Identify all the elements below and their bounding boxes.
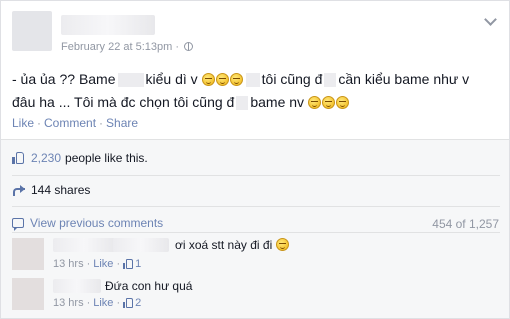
comment-like-link[interactable]: Like	[93, 297, 113, 309]
view-previous-comments-link[interactable]: View previous comments	[30, 216, 163, 230]
post-line-1: - ủa ủa ?? Bame kiểu dì v tôi cũng đ cần…	[12, 68, 498, 91]
likes-count-link[interactable]: 2,230	[31, 151, 61, 165]
post-body: - ủa ủa ?? Bame kiểu dì v tôi cũng đ cần…	[12, 68, 498, 114]
chevron-down-icon[interactable]	[484, 13, 497, 26]
separator: ·	[86, 258, 91, 270]
like-link[interactable]: Like	[12, 116, 34, 130]
emoji-icon	[201, 73, 215, 86]
emoji-icon	[336, 96, 350, 109]
comment-text: ơi xoá stt này đi đi	[175, 238, 290, 252]
emoji-icon	[308, 96, 322, 109]
likes-suffix: people like this.	[65, 151, 148, 165]
comment-time[interactable]: 13 hrs	[53, 297, 84, 309]
comment-meta: 13 hrs · Like · 2	[53, 297, 141, 309]
like-thumb-icon	[123, 298, 134, 308]
shares-row: 144 shares	[12, 183, 90, 197]
separator: ·	[37, 116, 42, 130]
meta-separator: ·	[175, 41, 180, 53]
likes-row: 2,230 people like this.	[12, 151, 148, 165]
emoji-icon	[275, 238, 289, 251]
post-text-segment: - ủa ủa ?? Bame	[12, 71, 116, 87]
post-text-segment: đâu ha ... Tôi mà đc chọn tôi cũng đ	[12, 94, 235, 110]
redaction-blur	[236, 95, 249, 110]
divider	[12, 175, 500, 176]
comment-time[interactable]: 13 hrs	[53, 258, 84, 270]
separator: ·	[86, 297, 91, 309]
facebook-post-card: February 22 at 5:13pm · - ủa ủa ?? Bame …	[0, 0, 510, 319]
emoji-icon	[215, 73, 229, 86]
feedback-section: 2,230 people like this. 144 shares View …	[1, 139, 509, 318]
comment-text-content: ơi xoá stt này đi đi	[175, 238, 273, 252]
post-meta: February 22 at 5:13pm ·	[61, 41, 194, 53]
comment-text-content: Đứa con hư quá	[105, 279, 193, 293]
post-text-segment: bame nv	[250, 94, 305, 110]
post-timestamp[interactable]: February 22 at 5:13pm	[61, 41, 172, 53]
author-name-redacted[interactable]	[61, 15, 155, 35]
comment-likes-count[interactable]: 1	[135, 258, 141, 270]
post-text-segment: tôi cũng đ	[261, 71, 323, 87]
commenter-avatar[interactable]	[12, 278, 44, 310]
commenter-avatar[interactable]	[12, 238, 44, 270]
separator: ·	[116, 297, 121, 309]
like-thumb-icon	[12, 152, 25, 164]
post-text-segment: cần kiểu bame như v	[338, 71, 470, 87]
share-icon	[12, 184, 25, 196]
comment-meta: 13 hrs · Like · 1	[53, 258, 141, 270]
comment-like-link[interactable]: Like	[93, 258, 113, 270]
comment-link[interactable]: Comment	[44, 116, 96, 130]
post-actions: Like · Comment · Share	[12, 116, 138, 130]
comment-likes-count[interactable]: 2	[135, 297, 141, 309]
redaction-blur	[245, 72, 260, 87]
comment-text: Đứa con hư quá	[105, 279, 192, 293]
view-previous-row: View previous comments	[12, 216, 163, 231]
author-avatar[interactable]	[12, 11, 52, 51]
commenter-name-redacted[interactable]	[53, 238, 115, 252]
globe-icon[interactable]	[184, 42, 194, 51]
post-line-2: đâu ha ... Tôi mà đc chọn tôi cũng đ bam…	[12, 91, 498, 114]
comment-bubble-icon	[12, 218, 24, 231]
share-link[interactable]: Share	[106, 116, 138, 130]
redaction-blur	[324, 72, 337, 87]
comment-count: 454 of 1,257	[432, 217, 499, 231]
divider	[12, 232, 500, 233]
commenter-name-redacted[interactable]	[53, 279, 101, 293]
separator: ·	[116, 258, 121, 270]
separator: ·	[99, 116, 104, 130]
post-text-segment: kiểu dì v	[145, 71, 198, 87]
emoji-icon	[322, 96, 336, 109]
commenter-name-redacted[interactable]	[113, 238, 169, 252]
shares-link[interactable]: 144 shares	[31, 183, 90, 197]
like-thumb-icon	[123, 259, 134, 269]
divider	[12, 206, 500, 207]
emoji-icon	[229, 73, 243, 86]
redaction-blur	[117, 72, 144, 87]
